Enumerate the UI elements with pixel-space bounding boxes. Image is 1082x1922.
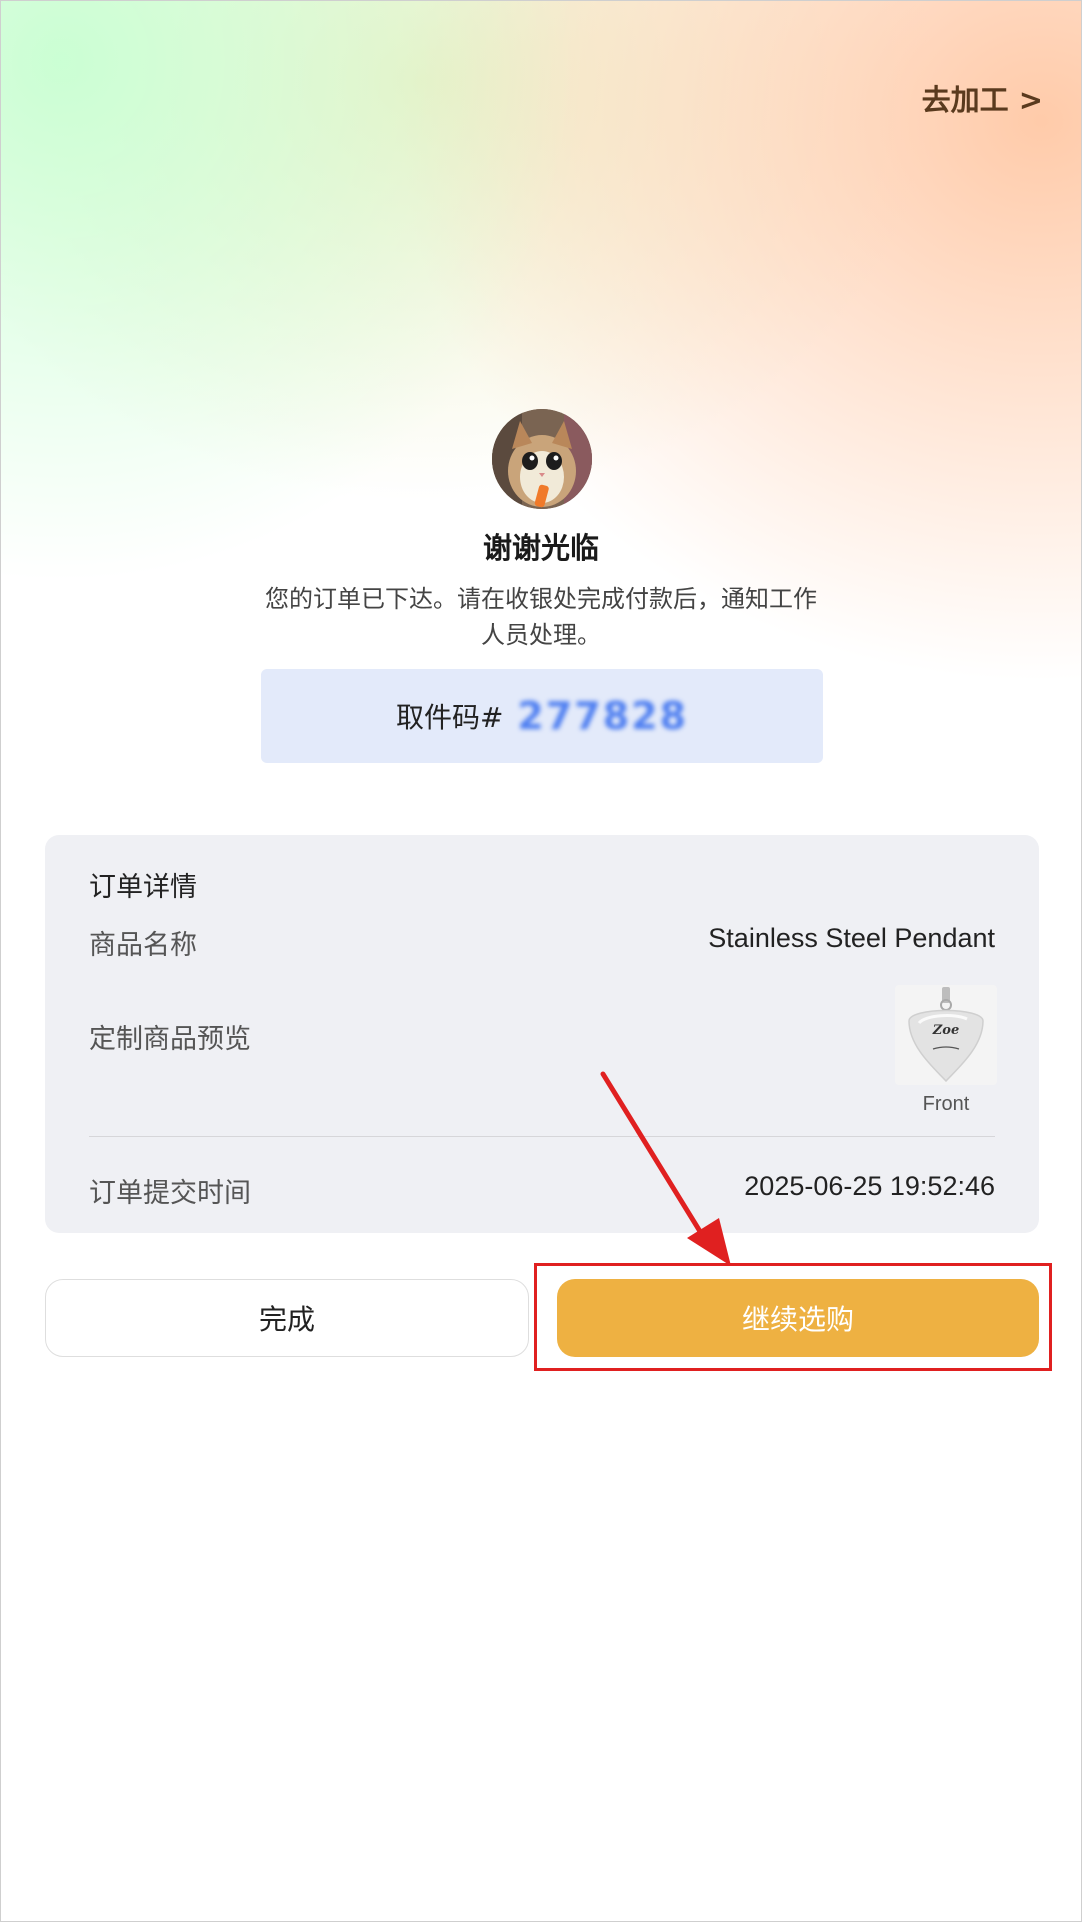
- thanks-title: 谢谢光临: [482, 531, 599, 565]
- order-details-title: 订单详情: [89, 872, 197, 903]
- product-name-label: 商品名称: [89, 930, 197, 961]
- divider: [89, 1136, 995, 1137]
- order-details-card: 订单详情 商品名称 Stainless Steel Pendant 定制商品预览…: [45, 835, 1039, 1233]
- preview-thumbnail[interactable]: Zoe Front: [895, 985, 997, 1116]
- cat-avatar-icon: [492, 409, 592, 509]
- pickup-code-label: 取件码#: [395, 701, 504, 734]
- submit-time-value: 2025-06-25 19:52:46: [744, 1171, 995, 1201]
- go-process-label: 去加工 >: [921, 83, 1043, 117]
- pickup-code-value: 277828: [517, 694, 689, 738]
- order-message: 您的订单已下达。请在收银处完成付款后，通知工作人员处理。: [265, 585, 817, 649]
- continue-shopping-label: 继续选购: [741, 1303, 854, 1336]
- preview-label: 定制商品预览: [89, 1024, 251, 1055]
- order-confirmation-screen: 去加工 > 谢谢光临 您的订单已下达。请在收银处完成付款后，通知工作人员处理。 …: [0, 0, 1082, 1922]
- preview-caption: Front: [922, 1093, 970, 1115]
- pendant-preview-image: Zoe: [895, 985, 997, 1085]
- go-process-link[interactable]: 去加工 >: [922, 77, 1043, 119]
- pendant-engraving: Zoe: [932, 1023, 960, 1038]
- pickup-code-box: 取件码# 277828: [261, 669, 823, 763]
- done-button[interactable]: 完成: [45, 1279, 529, 1357]
- continue-shopping-button[interactable]: 继续选购: [557, 1279, 1039, 1357]
- product-name-value: Stainless Steel Pendant: [708, 923, 995, 953]
- submit-time-label: 订单提交时间: [89, 1178, 251, 1209]
- avatar: [492, 409, 592, 509]
- done-button-label: 完成: [258, 1303, 315, 1336]
